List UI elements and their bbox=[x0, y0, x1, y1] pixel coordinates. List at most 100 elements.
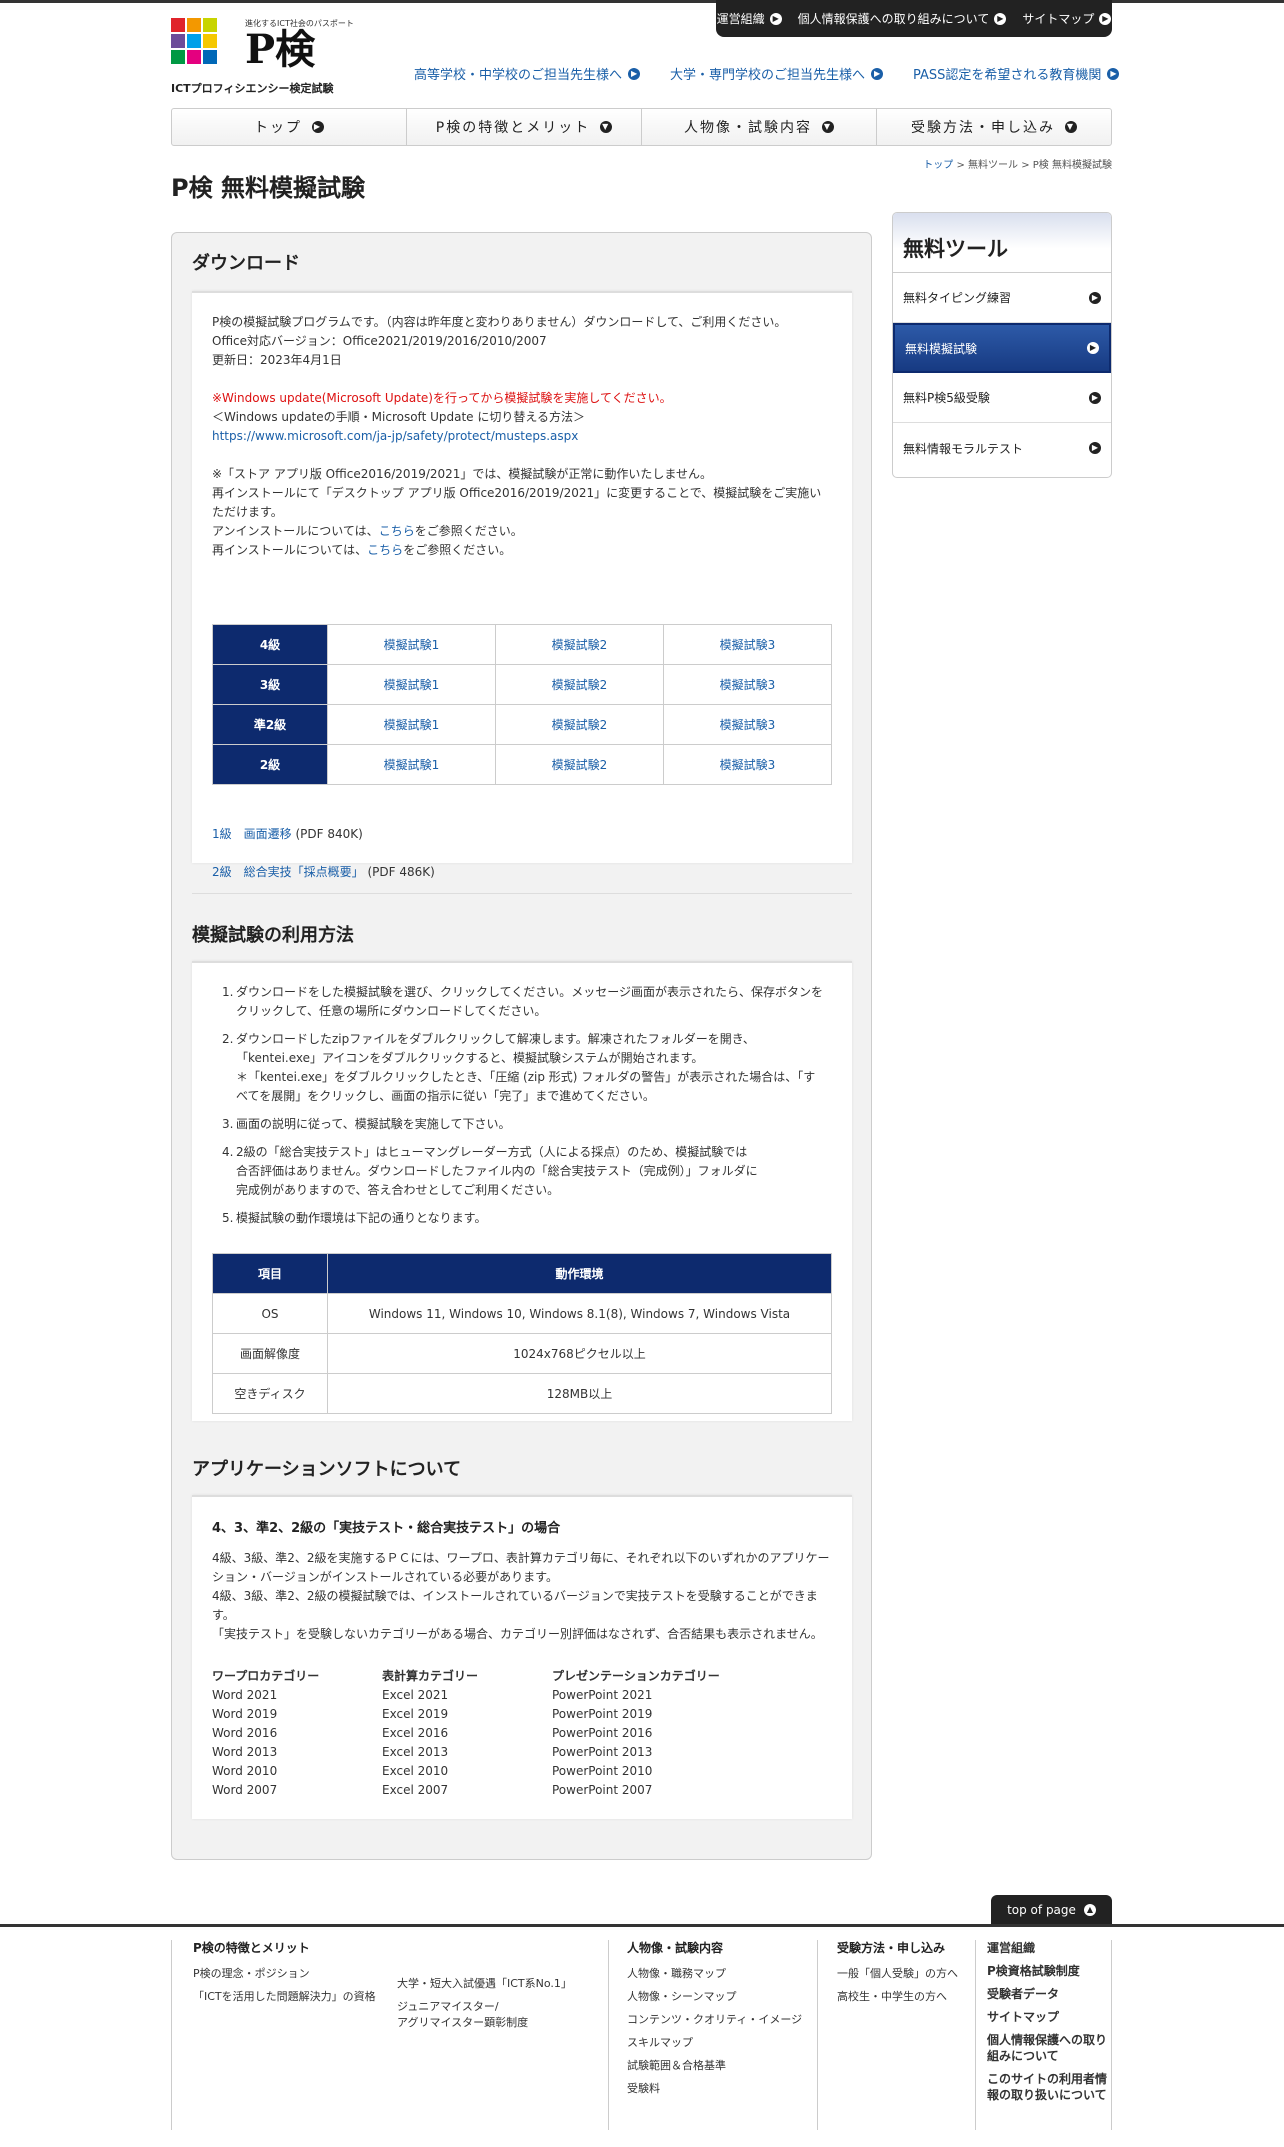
footer-link[interactable]: 「ICTを活用した問題解決力」の資格 bbox=[193, 1989, 376, 2005]
arrow-right-icon: ▶ bbox=[1089, 391, 1101, 404]
top-of-page-button[interactable]: top of page ▲ bbox=[991, 1895, 1112, 1925]
gnav-top[interactable]: トップ ▶ bbox=[172, 109, 407, 145]
usage-steps: 1. ダウンロードをした模擬試験を選び、クリックしてください。メッセージ画面が表示… bbox=[222, 983, 832, 1237]
footer-link[interactable]: 大学・短大入試優遇「ICT系No.1」 bbox=[397, 1976, 572, 1992]
footer-link[interactable]: P検資格試験制度 bbox=[987, 1963, 1112, 1979]
sidebar: 無料ツール 無料タイピング練習 ▶ 無料模擬試験 ▶ 無料P検5級受験 ▶ 無料情報モ… bbox=[892, 212, 1112, 478]
arrow-right-icon: ▶ bbox=[1087, 342, 1099, 354]
store-app-note: ※「ストア アプリ版 Office2016/2019/2021」では、模擬試験が… bbox=[212, 467, 713, 481]
app-version: PowerPoint 2021 bbox=[552, 1688, 653, 1702]
footer-link[interactable]: P検の理念・ポジション bbox=[193, 1966, 376, 1982]
breadcrumb-mid: 無料ツール bbox=[968, 160, 1019, 171]
mock-exam-link[interactable]: 模擬試験1 bbox=[384, 678, 440, 692]
mock-exam-link[interactable]: 模擬試験3 bbox=[720, 678, 776, 692]
mock-exam-link[interactable]: 模擬試験2 bbox=[552, 718, 608, 732]
mock-exam-link[interactable]: 模擬試験1 bbox=[384, 638, 440, 652]
global-nav: トップ ▶ P検の特徴とメリット ▼ 人物像・試験内容 ▼ 受験方法・申し込み ▼ bbox=[171, 108, 1112, 146]
usage-heading: 模擬試験の利用方法 bbox=[192, 925, 354, 946]
reinstall-ref-note: 再インストールについては、こちらをご参照ください。 bbox=[212, 543, 512, 557]
footer-link[interactable]: 高校生・中学生の方へ bbox=[837, 1989, 958, 2005]
sidebar-item-grade5[interactable]: 無料P検5級受験 ▶ bbox=[893, 373, 1111, 423]
utility-nav: 運営組織 ▶ 個人情報保護への取り組みについて ▶ サイトマップ ▶ bbox=[716, 0, 1112, 37]
footer-link[interactable]: 受験者データ bbox=[987, 1986, 1112, 2002]
footer-link[interactable]: 受験料 bbox=[627, 2081, 802, 2097]
uninstall-link[interactable]: こちら bbox=[379, 524, 415, 538]
footer-link[interactable]: 人物像・シーンマップ bbox=[627, 1989, 802, 2005]
footer-link[interactable]: スキルマップ bbox=[627, 2035, 802, 2051]
usage-step: 4. 2級の「総合実技テスト」はヒューマングレーダー方式（人による採点）のため、模… bbox=[222, 1145, 758, 1197]
section-divider bbox=[192, 893, 852, 894]
utility-link-privacy[interactable]: 個人情報保護への取り組みについて ▶ bbox=[798, 10, 1007, 27]
app-version: Excel 2010 bbox=[382, 1764, 449, 1778]
audience-link-pass[interactable]: PASS認定を希望される教育機関 ▶ bbox=[913, 64, 1120, 83]
gnav-features[interactable]: P検の特徴とメリット ▼ bbox=[407, 109, 642, 145]
app-version: PowerPoint 2010 bbox=[552, 1764, 653, 1778]
sidebar-item-moral-test[interactable]: 無料情報モラルテスト ▶ bbox=[893, 423, 1111, 473]
reinstall-link[interactable]: こちら bbox=[367, 543, 403, 557]
env-header-item: 項目 bbox=[212, 1253, 328, 1294]
sidebar-item-typing[interactable]: 無料タイピング練習 ▶ bbox=[893, 273, 1111, 323]
apps-paragraph-1: 4級、3級、準2、2級を実施するＰＣには、ワープロ、表計算カテゴリ毎に、それぞれ… bbox=[212, 1551, 830, 1584]
gnav-apply[interactable]: 受験方法・申し込み ▼ bbox=[877, 109, 1111, 145]
mock-exam-link[interactable]: 模擬試験1 bbox=[384, 758, 440, 772]
pdf-link-row-1: 1級 画面遷移 (PDF 840K) bbox=[212, 827, 363, 841]
reinstall-note: 再インストールにて「デスクトップ アプリ版 Office2016/2019/20… bbox=[212, 486, 822, 519]
arrow-right-icon: ▶ bbox=[628, 67, 641, 80]
app-version: Word 2013 bbox=[212, 1745, 278, 1759]
utility-link-organization[interactable]: 運営組織 ▶ bbox=[717, 10, 782, 27]
site-logo[interactable]: 進化するICT社会のパスポート P検 ICTプロフィシエンシー検定試験 bbox=[171, 18, 354, 95]
utility-link-sitemap[interactable]: サイトマップ ▶ bbox=[1022, 10, 1112, 27]
app-version: Word 2016 bbox=[212, 1726, 278, 1740]
footer-link[interactable]: ジュニアマイスター/アグリマイスター顕彰制度 bbox=[397, 1999, 572, 2031]
app-version: Excel 2019 bbox=[382, 1707, 449, 1721]
app-version: PowerPoint 2016 bbox=[552, 1726, 653, 1740]
app-version: Word 2021 bbox=[212, 1688, 278, 1702]
sidebar-item-mock-exam[interactable]: 無料模擬試験 ▶ bbox=[893, 323, 1111, 373]
download-updated: 更新日：2023年4月1日 bbox=[212, 353, 342, 367]
app-category: ワープロカテゴリー Word 2021 Word 2019 Word 2016 Word… bbox=[212, 1667, 382, 1800]
app-version: PowerPoint 2013 bbox=[552, 1745, 653, 1759]
footer-link[interactable]: サイトマップ bbox=[987, 2009, 1112, 2025]
pdf-link-grade2[interactable]: 2級 総合実技「採点概要」 bbox=[212, 865, 364, 879]
chevron-down-icon: ▼ bbox=[600, 121, 613, 133]
gnav-content[interactable]: 人物像・試験内容 ▼ bbox=[642, 109, 877, 145]
footer-heading-apply[interactable]: 受験方法・申し込み bbox=[837, 1940, 958, 1956]
footer-heading-content[interactable]: 人物像・試験内容 bbox=[627, 1940, 802, 1956]
mock-exam-link[interactable]: 模擬試験2 bbox=[552, 758, 608, 772]
mock-exam-link[interactable]: 模擬試験2 bbox=[552, 638, 608, 652]
app-version: Word 2010 bbox=[212, 1764, 278, 1778]
mock-exam-link[interactable]: 模擬試験3 bbox=[720, 638, 776, 652]
audience-link-highschool[interactable]: 高等学校・中学校のご担当先生様へ ▶ bbox=[414, 64, 641, 83]
mock-exam-link[interactable]: 模擬試験3 bbox=[720, 758, 776, 772]
breadcrumb-home[interactable]: トップ bbox=[923, 160, 953, 171]
grade-row: 2級 模擬試験1 模擬試験2 模擬試験3 bbox=[212, 744, 832, 785]
app-category-name: プレゼンテーションカテゴリー bbox=[552, 1669, 720, 1683]
footer-link[interactable]: 運営組織 bbox=[987, 1940, 1112, 1956]
app-version: Excel 2007 bbox=[382, 1783, 449, 1797]
app-category: プレゼンテーションカテゴリー PowerPoint 2021 PowerPoint … bbox=[552, 1667, 752, 1800]
logo-subtitle: ICTプロフィシエンシー検定試験 bbox=[171, 82, 334, 95]
env-row: 空きディスク 128MB以上 bbox=[212, 1373, 832, 1414]
footer-link[interactable]: このサイトの利用者情 報の取り扱いについて bbox=[987, 2071, 1112, 2103]
mock-exam-link[interactable]: 模擬試験1 bbox=[384, 718, 440, 732]
footer-link[interactable]: 個人情報保護への取り 組みについて bbox=[987, 2032, 1112, 2064]
footer-link[interactable]: 試験範囲＆合格基準 bbox=[627, 2058, 802, 2074]
arrow-right-icon: ▶ bbox=[312, 121, 324, 133]
grade-row: 3級 模擬試験1 模擬試験2 模擬試験3 bbox=[212, 664, 832, 705]
app-version: Word 2007 bbox=[212, 1783, 278, 1797]
audience-link-university[interactable]: 大学・専門学校のご担当先生様へ ▶ bbox=[670, 64, 884, 83]
footer-link[interactable]: 人物像・職務マップ bbox=[627, 1966, 802, 1982]
footer-link[interactable]: 一般「個人受験」の方へ bbox=[837, 1966, 958, 1982]
breadcrumb: トップ > 無料ツール > P検 無料模擬試験 bbox=[923, 160, 1112, 171]
microsoft-update-link[interactable]: https://www.microsoft.com/ja-jp/safety/p… bbox=[212, 427, 832, 446]
pdf-link-grade1[interactable]: 1級 画面遷移 bbox=[212, 827, 292, 841]
app-version: PowerPoint 2019 bbox=[552, 1707, 653, 1721]
apps-subheading: 4、3、準2、2級の「実技テスト・総合実技テスト」の場合 bbox=[212, 1521, 561, 1536]
usage-step: 3. 画面の説明に従って、模擬試験を実施して下さい。 bbox=[222, 1117, 511, 1131]
mock-exam-link[interactable]: 模擬試験3 bbox=[720, 718, 776, 732]
mock-exam-link[interactable]: 模擬試験2 bbox=[552, 678, 608, 692]
footer-heading-features[interactable]: P検の特徴とメリット bbox=[193, 1940, 376, 1956]
grade-label: 準2級 bbox=[212, 704, 328, 745]
footer-link[interactable]: コンテンツ・クオリティ・イメージ bbox=[627, 2012, 802, 2028]
env-item: 画面解像度 bbox=[212, 1333, 328, 1374]
